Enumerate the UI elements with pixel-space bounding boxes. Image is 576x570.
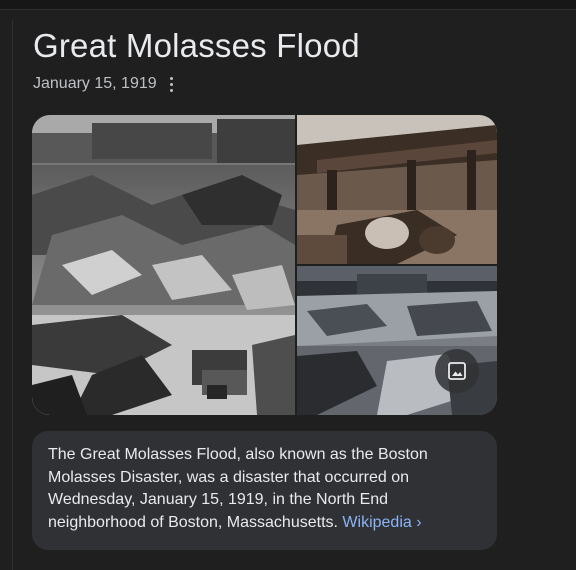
flood-aftermath-wide-image bbox=[32, 115, 295, 415]
more-vert-icon bbox=[170, 76, 174, 92]
image-icon bbox=[448, 362, 466, 380]
page-title: Great Molasses Flood bbox=[33, 27, 360, 64]
event-date: January 15, 1919 bbox=[33, 75, 157, 92]
image-gallery bbox=[32, 115, 497, 415]
gallery-image-bottom-right[interactable] bbox=[297, 266, 497, 415]
gallery-image-top-right[interactable] bbox=[297, 115, 497, 264]
gallery-image-main[interactable] bbox=[32, 115, 295, 415]
elevated-railway-wreckage-image bbox=[297, 115, 497, 264]
description-card: The Great Molasses Flood, also known as … bbox=[32, 431, 497, 550]
subtitle-row: January 15, 1919 bbox=[33, 73, 179, 95]
view-images-button[interactable] bbox=[435, 349, 479, 393]
more-options-button[interactable] bbox=[165, 74, 179, 94]
wikipedia-link[interactable]: Wikipedia › bbox=[342, 514, 421, 531]
wikipedia-link-label: Wikipedia bbox=[342, 513, 412, 531]
chevron-right-icon: › bbox=[416, 513, 422, 531]
left-divider bbox=[12, 20, 13, 570]
flood-aftermath-crowd-image bbox=[297, 266, 497, 415]
top-divider bbox=[0, 0, 576, 10]
